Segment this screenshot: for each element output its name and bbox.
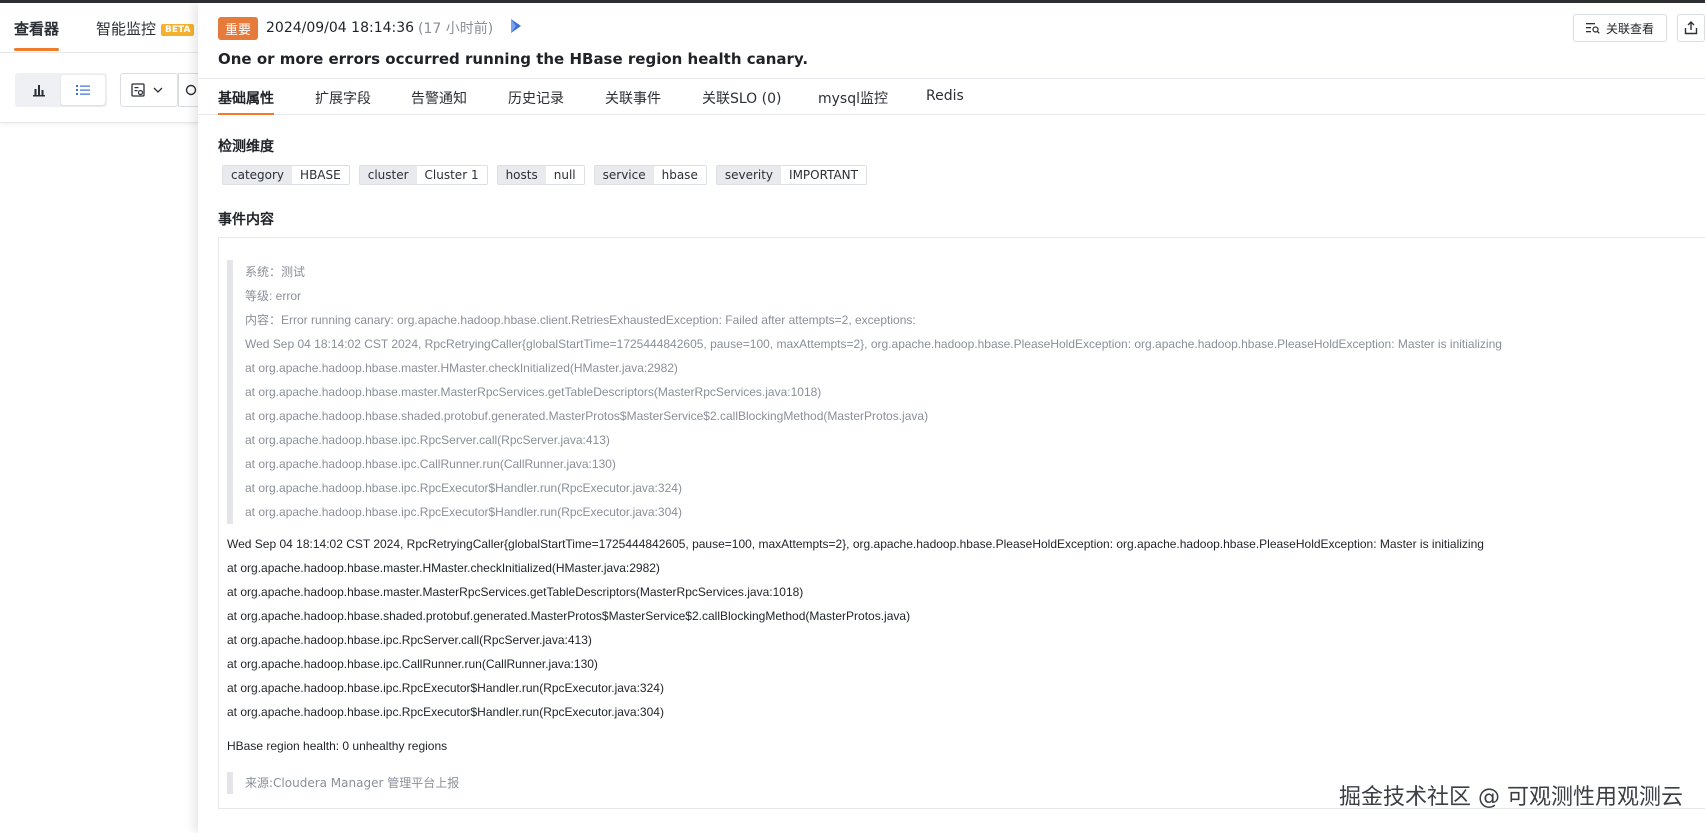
tab-smart-monitor-label: 智能监控 <box>96 20 157 38</box>
tag-severity: severity IMPORTANT <box>715 165 867 185</box>
body-line: at org.apache.hadoop.hbase.master.HMaste… <box>227 561 660 575</box>
search-icon <box>185 84 197 95</box>
quote-line: at org.apache.hadoop.hbase.master.Master… <box>245 385 822 399</box>
tab-mysql-monitor[interactable]: mysql监控 <box>818 88 888 108</box>
share-icon <box>1684 21 1698 35</box>
event-relative-time: (17 小时前) <box>418 21 494 37</box>
tag-key: service <box>594 166 654 184</box>
level-badge: 重要 <box>218 16 259 40</box>
tag-key: severity <box>716 166 782 184</box>
view-mode-toggle <box>15 73 107 107</box>
tab-alert-notifications[interactable]: 告警通知 <box>411 88 467 108</box>
tab-related-slo[interactable]: 关联SLO (0) <box>702 88 782 108</box>
related-view-icon <box>1585 23 1600 34</box>
tag-key: category <box>223 166 293 184</box>
body-line: at org.apache.hadoop.hbase.ipc.RpcExecut… <box>227 705 664 719</box>
ai-sparkle-icon[interactable] <box>509 18 523 38</box>
body-line: Wed Sep 04 18:14:02 CST 2024, RpcRetryin… <box>227 537 1484 551</box>
event-content: 系统：测试 等级: error 内容：Error running canary:… <box>218 237 1705 809</box>
quote-line: at org.apache.hadoop.hbase.shaded.protob… <box>245 409 929 423</box>
detail-tabs: 基础属性 扩展字段 告警通知 历史记录 关联事件 关联SLO (0) mysql… <box>198 78 1705 115</box>
tab-smart-monitor[interactable]: 智能监控 BETA <box>96 18 195 39</box>
explorer-toolbar <box>0 53 198 123</box>
content-body: Wed Sep 04 18:14:02 CST 2024, RpcRetryin… <box>227 532 1484 724</box>
quote-line: 内容：Error running canary: org.apache.hado… <box>245 313 916 327</box>
tag-value: hbase <box>653 166 706 184</box>
bar-chart-icon <box>33 85 45 97</box>
event-detail-drawer: 重要 2024/09/04 18:14:36 (17 小时前) 关联查看 One… <box>198 3 1705 833</box>
tag-value: IMPORTANT <box>781 166 866 184</box>
dimensions-title: 检测维度 <box>218 139 274 155</box>
body-line: at org.apache.hadoop.hbase.master.Master… <box>227 585 804 599</box>
tag-value: null <box>545 166 584 184</box>
content-quote: 系统：测试 等级: error 内容：Error running canary:… <box>227 260 1677 524</box>
tag-value: HBASE <box>292 166 349 184</box>
quote-line: at org.apache.hadoop.hbase.ipc.RpcServer… <box>245 433 610 447</box>
search-box[interactable] <box>178 73 198 107</box>
tab-related-events[interactable]: 关联事件 <box>605 88 661 108</box>
chevron-down-icon <box>153 87 163 93</box>
related-view-button[interactable]: 关联查看 <box>1572 14 1667 42</box>
explorer-panel: 查看器 智能监控 BETA <box>0 3 198 833</box>
health-summary: HBase region health: 0 unhealthy regions <box>227 739 448 753</box>
dimension-tags: category HBASE cluster Cluster 1 hosts null… <box>222 165 867 185</box>
tab-extended-fields[interactable]: 扩展字段 <box>315 88 371 108</box>
content-title: 事件内容 <box>218 212 274 228</box>
explorer-tabs: 查看器 智能监控 BETA <box>0 3 198 53</box>
tag-key: cluster <box>359 166 417 184</box>
header-actions: 关联查看 <box>1572 14 1705 42</box>
tab-history[interactable]: 历史记录 <box>508 88 564 108</box>
tab-redis[interactable]: Redis <box>926 88 964 104</box>
tag-cluster: cluster Cluster 1 <box>358 165 488 185</box>
quote-line: at org.apache.hadoop.hbase.ipc.RpcExecut… <box>245 505 682 519</box>
tab-viewer-label: 查看器 <box>14 20 60 38</box>
list-view-button[interactable] <box>61 75 105 105</box>
tag-value: Cluster 1 <box>416 166 487 184</box>
watermark: 掘金技术社区 @ 可观测性用观测云 <box>1339 785 1683 810</box>
view-settings-icon <box>131 83 145 97</box>
related-view-label: 关联查看 <box>1605 21 1654 36</box>
tab-basic-attributes[interactable]: 基础属性 <box>218 88 274 115</box>
beta-badge: BETA <box>161 24 195 36</box>
share-button[interactable] <box>1677 14 1705 42</box>
event-timestamp: 2024/09/04 18:14:36 <box>266 20 415 36</box>
view-settings-dropdown[interactable] <box>120 73 178 107</box>
body-line: at org.apache.hadoop.hbase.ipc.RpcExecut… <box>227 681 664 695</box>
quote-line: 等级: error <box>245 289 302 303</box>
quote-line: 系统：测试 <box>245 265 306 279</box>
tag-key: hosts <box>497 166 546 184</box>
tag-hosts: hosts null <box>496 165 585 185</box>
quote-line: at org.apache.hadoop.hbase.ipc.CallRunne… <box>245 457 616 471</box>
body-line: at org.apache.hadoop.hbase.ipc.CallRunne… <box>227 657 598 671</box>
tag-category: category HBASE <box>222 165 350 185</box>
body-line: at org.apache.hadoop.hbase.ipc.RpcServer… <box>227 633 592 647</box>
list-icon <box>76 85 90 95</box>
event-header: 重要 2024/09/04 18:14:36 (17 小时前) <box>218 16 523 40</box>
tag-service: service hbase <box>593 165 707 185</box>
quote-line: Wed Sep 04 18:14:02 CST 2024, RpcRetryin… <box>245 337 1502 351</box>
event-title: One or more errors occurred running the … <box>218 50 809 68</box>
chart-view-button[interactable] <box>17 75 61 105</box>
tab-viewer[interactable]: 查看器 <box>14 18 60 51</box>
top-border <box>0 0 1705 3</box>
quote-line: at org.apache.hadoop.hbase.ipc.RpcExecut… <box>245 481 682 495</box>
source-note: 来源:Cloudera Manager 管理平台上报 <box>227 772 459 794</box>
body-line: at org.apache.hadoop.hbase.shaded.protob… <box>227 609 911 623</box>
quote-line: at org.apache.hadoop.hbase.master.HMaste… <box>245 361 678 375</box>
